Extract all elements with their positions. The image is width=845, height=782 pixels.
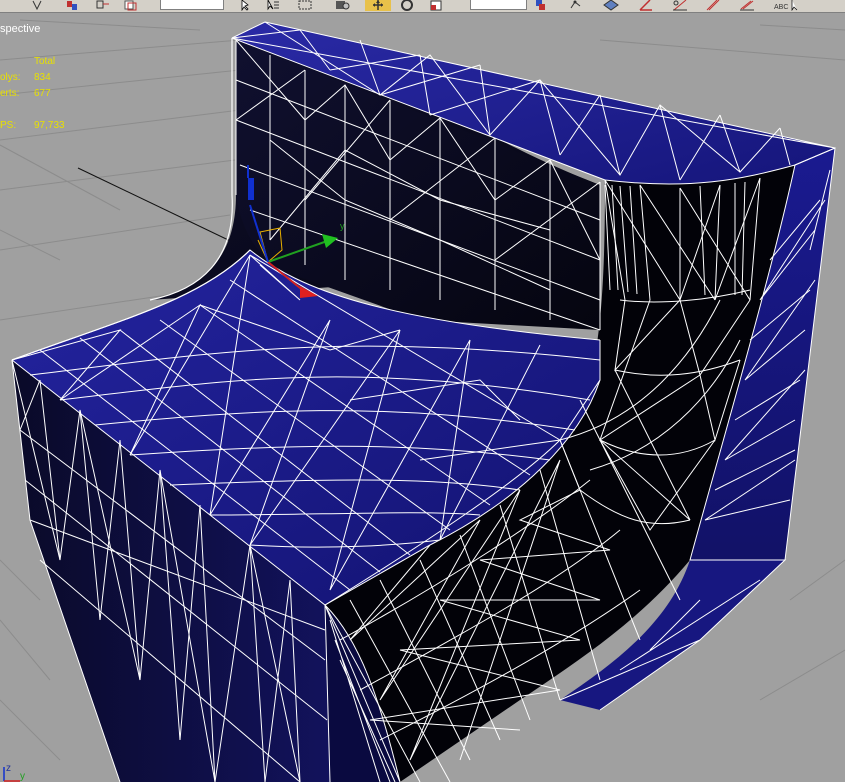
- main-toolbar: ABC: [0, 0, 845, 13]
- max-window: ABC spective Total olys: 834 erts: 677 P…: [0, 0, 845, 782]
- select-and-manipulate-icon[interactable]: [567, 0, 585, 11]
- select-object-icon[interactable]: [236, 0, 254, 11]
- viewport-scene: [0, 19, 845, 782]
- fps-label: PS:: [0, 120, 17, 131]
- percent-snap-icon[interactable]: [671, 0, 689, 11]
- selection-filter-dropdown[interactable]: [122, 0, 140, 11]
- rectangular-selection-icon[interactable]: [296, 0, 314, 11]
- vertex-icon[interactable]: [28, 0, 46, 11]
- select-and-scale-icon[interactable]: [428, 0, 446, 11]
- view-axis-tripod-icon: [3, 767, 20, 782]
- polys-value: 834: [34, 72, 51, 83]
- spinner-snap-icon[interactable]: [703, 0, 721, 11]
- named-selection-sets-icon[interactable]: ABC: [772, 0, 798, 11]
- gizmo-y-axis-label: y: [340, 221, 345, 231]
- select-and-rotate-icon[interactable]: [398, 0, 416, 11]
- angle-snap-icon[interactable]: [637, 0, 655, 11]
- verts-label: erts:: [0, 88, 20, 99]
- verts-value: 677: [34, 88, 51, 99]
- grid-axis-line: [77, 167, 246, 249]
- svg-text:ABC: ABC: [774, 4, 788, 11]
- snap-toggle-icon[interactable]: [602, 0, 620, 11]
- select-and-move-icon[interactable]: [365, 0, 391, 11]
- reference-coordinate-dropdown[interactable]: [470, 0, 527, 10]
- viewport-label[interactable]: spective: [0, 23, 40, 35]
- polys-label: olys:: [0, 72, 21, 83]
- stats-header: Total: [34, 56, 56, 67]
- window-crossing-icon[interactable]: [334, 0, 352, 11]
- perspective-viewport[interactable]: spective Total olys: 834 erts: 677 PS: 97,7…: [0, 13, 845, 782]
- select-and-link-icon[interactable]: [63, 0, 81, 11]
- use-pivot-center-icon[interactable]: [532, 0, 550, 11]
- select-by-name-icon[interactable]: [264, 0, 282, 11]
- fps-value: 97,733: [34, 120, 65, 131]
- edit-named-selection-icon[interactable]: [738, 0, 756, 11]
- bind-to-spacewarp-icon[interactable]: [94, 0, 112, 11]
- selection-set-field[interactable]: [160, 0, 224, 10]
